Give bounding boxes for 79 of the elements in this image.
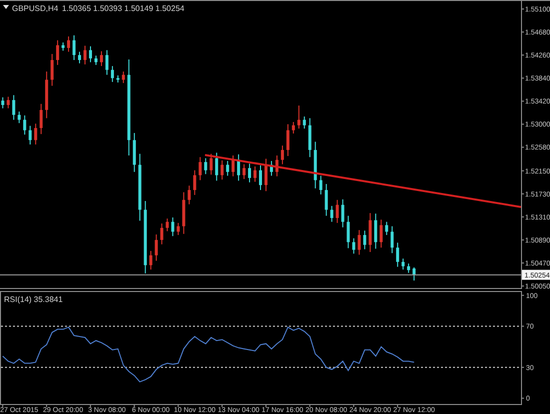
candlestick xyxy=(160,224,164,244)
candlestick xyxy=(220,160,224,180)
candlestick xyxy=(237,154,240,181)
candlestick xyxy=(292,122,295,134)
candlestick xyxy=(363,230,366,250)
candlestick xyxy=(138,154,142,221)
candlestick xyxy=(286,124,290,156)
candlestick xyxy=(336,200,339,223)
candlestick xyxy=(89,46,92,62)
candlestick xyxy=(84,46,86,64)
indicator-label: RSI(14) 35.3841 xyxy=(4,295,63,304)
candlestick xyxy=(259,165,262,190)
candlestick xyxy=(232,155,235,176)
candlestick xyxy=(270,160,273,176)
candlestick xyxy=(264,158,268,192)
candlestick xyxy=(193,170,196,195)
quotes-label: 1.50365 1.50393 1.50149 1.50254 xyxy=(62,4,184,13)
candlestick xyxy=(40,104,43,134)
symbol-label: GBPUSD,H4 xyxy=(12,4,58,13)
candlestick xyxy=(149,250,152,270)
candlestick xyxy=(402,258,405,270)
candlestick xyxy=(324,184,328,216)
candlestick xyxy=(6,96,10,108)
candlestick xyxy=(45,72,48,118)
candlestick xyxy=(28,126,32,144)
candlestick xyxy=(110,66,114,82)
candlestick xyxy=(198,157,202,180)
candlestick xyxy=(116,75,120,82)
candlestick xyxy=(280,146,284,164)
candlestick xyxy=(358,230,361,255)
candlestick xyxy=(412,267,416,281)
candlestick xyxy=(275,155,278,176)
candlestick xyxy=(72,35,76,60)
candlestick xyxy=(122,72,125,84)
candlestick xyxy=(105,50,108,75)
triangle-icon[interactable] xyxy=(3,5,9,9)
candlestick xyxy=(34,124,38,144)
candlestick xyxy=(380,220,383,248)
candlestick xyxy=(297,106,300,129)
candlestick xyxy=(308,118,312,158)
candlestick xyxy=(56,40,60,65)
candlestick xyxy=(390,226,394,254)
candlestick xyxy=(171,217,174,236)
candlestick xyxy=(248,164,252,182)
candlestick xyxy=(94,56,98,65)
candlestick xyxy=(374,214,378,249)
candlestick xyxy=(396,242,400,267)
candlestick xyxy=(314,142,317,188)
candlestick xyxy=(341,199,344,228)
candlestick xyxy=(23,115,26,135)
candlestick xyxy=(78,52,82,64)
candlestick xyxy=(166,218,169,232)
candlestick xyxy=(18,112,21,124)
candlestick xyxy=(62,42,65,51)
candlestick xyxy=(319,176,322,194)
candlestick xyxy=(407,264,410,273)
candlestick xyxy=(204,158,208,174)
candlestick xyxy=(346,216,350,248)
candlestick xyxy=(67,36,70,52)
candlestick xyxy=(100,51,103,66)
candlestick xyxy=(210,154,213,175)
candlestick xyxy=(176,222,180,235)
candlestick xyxy=(182,192,186,234)
candlestick xyxy=(242,164,246,180)
candlestick xyxy=(226,160,230,176)
candlestick xyxy=(385,222,388,235)
candlestick xyxy=(154,234,158,261)
candlestick xyxy=(368,213,372,252)
candlestick xyxy=(302,116,306,129)
candlestick xyxy=(188,186,191,204)
trend-line[interactable] xyxy=(204,154,521,208)
candlestick xyxy=(330,206,334,222)
candlestick xyxy=(254,166,257,182)
candlestick xyxy=(132,132,136,172)
candlestick xyxy=(1,97,4,108)
candlestick xyxy=(215,152,218,181)
candlestick xyxy=(50,54,54,86)
candlestick xyxy=(12,95,16,120)
candlestick xyxy=(352,238,356,254)
